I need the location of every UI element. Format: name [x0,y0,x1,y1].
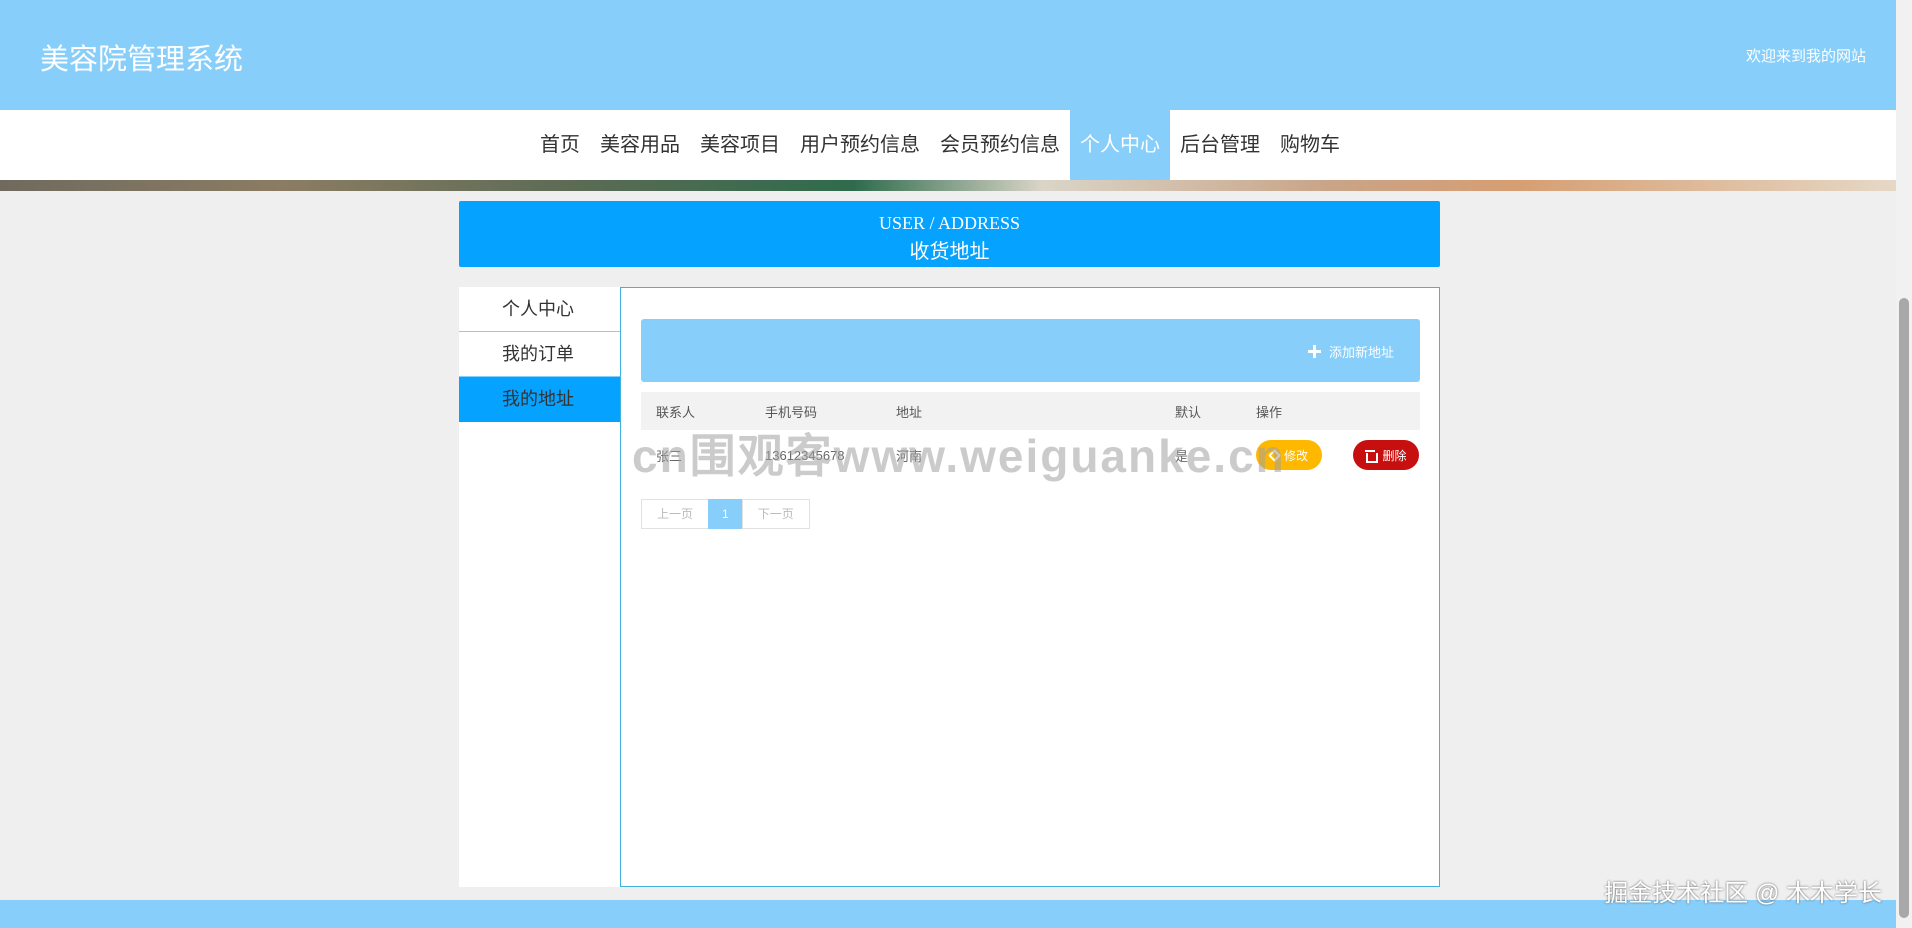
header-address: 地址 [896,404,923,420]
add-address-label: 添加新地址 [1328,345,1394,360]
footer-bar [0,900,1896,928]
cell-contact: 张三 [656,448,683,464]
address-table: 联系人 手机号码 地址 默认 操作 张三 13612345678 河南 是 修改… [641,392,1420,480]
side-item-personal-center[interactable]: 个人中心 [459,287,620,332]
cell-default: 是 [1175,448,1189,464]
edit-icon [1268,448,1281,462]
nav-item-user-reservations[interactable]: 用户预约信息 [790,110,930,180]
nav-item-admin[interactable]: 后台管理 [1170,110,1270,180]
trash-icon [1365,449,1379,463]
plus-icon [1307,345,1321,358]
welcome-text: 欢迎来到我的网站 [1745,48,1866,65]
side-item-my-orders[interactable]: 我的订单 [459,332,620,377]
next-page-button[interactable]: 下一页 [741,499,810,529]
add-address-button[interactable]: 添加新地址 [1307,342,1394,361]
nav-items: 首页 美容用品 美容项目 用户预约信息 会员预约信息 个人中心 后台管理 购物车 [530,110,1350,180]
page-title-zh: 收货地址 [909,241,990,263]
main-nav: 首页 美容用品 美容项目 用户预约信息 会员预约信息 个人中心 后台管理 购物车 [0,110,1896,180]
header-contact: 联系人 [656,404,696,420]
nav-item-cart[interactable]: 购物车 [1270,110,1350,180]
table-row: 张三 13612345678 河南 是 修改 删除 [641,430,1420,480]
banner-image-strip [0,180,1896,191]
pagination: 上一页 1 下一页 [641,499,810,529]
delete-button[interactable]: 删除 [1353,440,1419,470]
delete-label: 删除 [1382,448,1407,463]
page-1-button[interactable]: 1 [708,499,743,529]
nav-item-member-reservations[interactable]: 会员预约信息 [930,110,1070,180]
cell-phone: 13612345678 [765,447,845,463]
edit-label: 修改 [1283,448,1308,463]
edit-button[interactable]: 修改 [1256,440,1322,470]
nav-item-beauty-projects[interactable]: 美容项目 [690,110,790,180]
scrollbar-thumb[interactable] [1899,298,1909,918]
add-address-bar: 添加新地址 [641,319,1420,382]
nav-item-home[interactable]: 首页 [530,110,590,180]
header-actions: 操作 [1256,404,1283,420]
header: 美容院管理系统 欢迎来到我的网站 [0,0,1896,110]
header-default: 默认 [1175,404,1202,420]
side-menu: 个人中心 我的订单 我的地址 [459,287,620,887]
table-header: 联系人 手机号码 地址 默认 操作 [641,392,1420,430]
nav-item-beauty-products[interactable]: 美容用品 [590,110,690,180]
address-panel: 添加新地址 联系人 手机号码 地址 默认 操作 张三 13612345678 河… [620,287,1440,887]
page-title-en: USER / ADDRESS [878,213,1021,233]
site-title: 美容院管理系统 [40,44,244,76]
side-item-my-address[interactable]: 我的地址 [459,377,620,422]
prev-page-button[interactable]: 上一页 [641,499,710,529]
cell-address: 河南 [896,448,923,464]
nav-item-personal-center[interactable]: 个人中心 [1070,110,1170,180]
header-phone: 手机号码 [765,404,818,420]
page-title-banner: USER / ADDRESS 收货地址 [459,201,1440,267]
